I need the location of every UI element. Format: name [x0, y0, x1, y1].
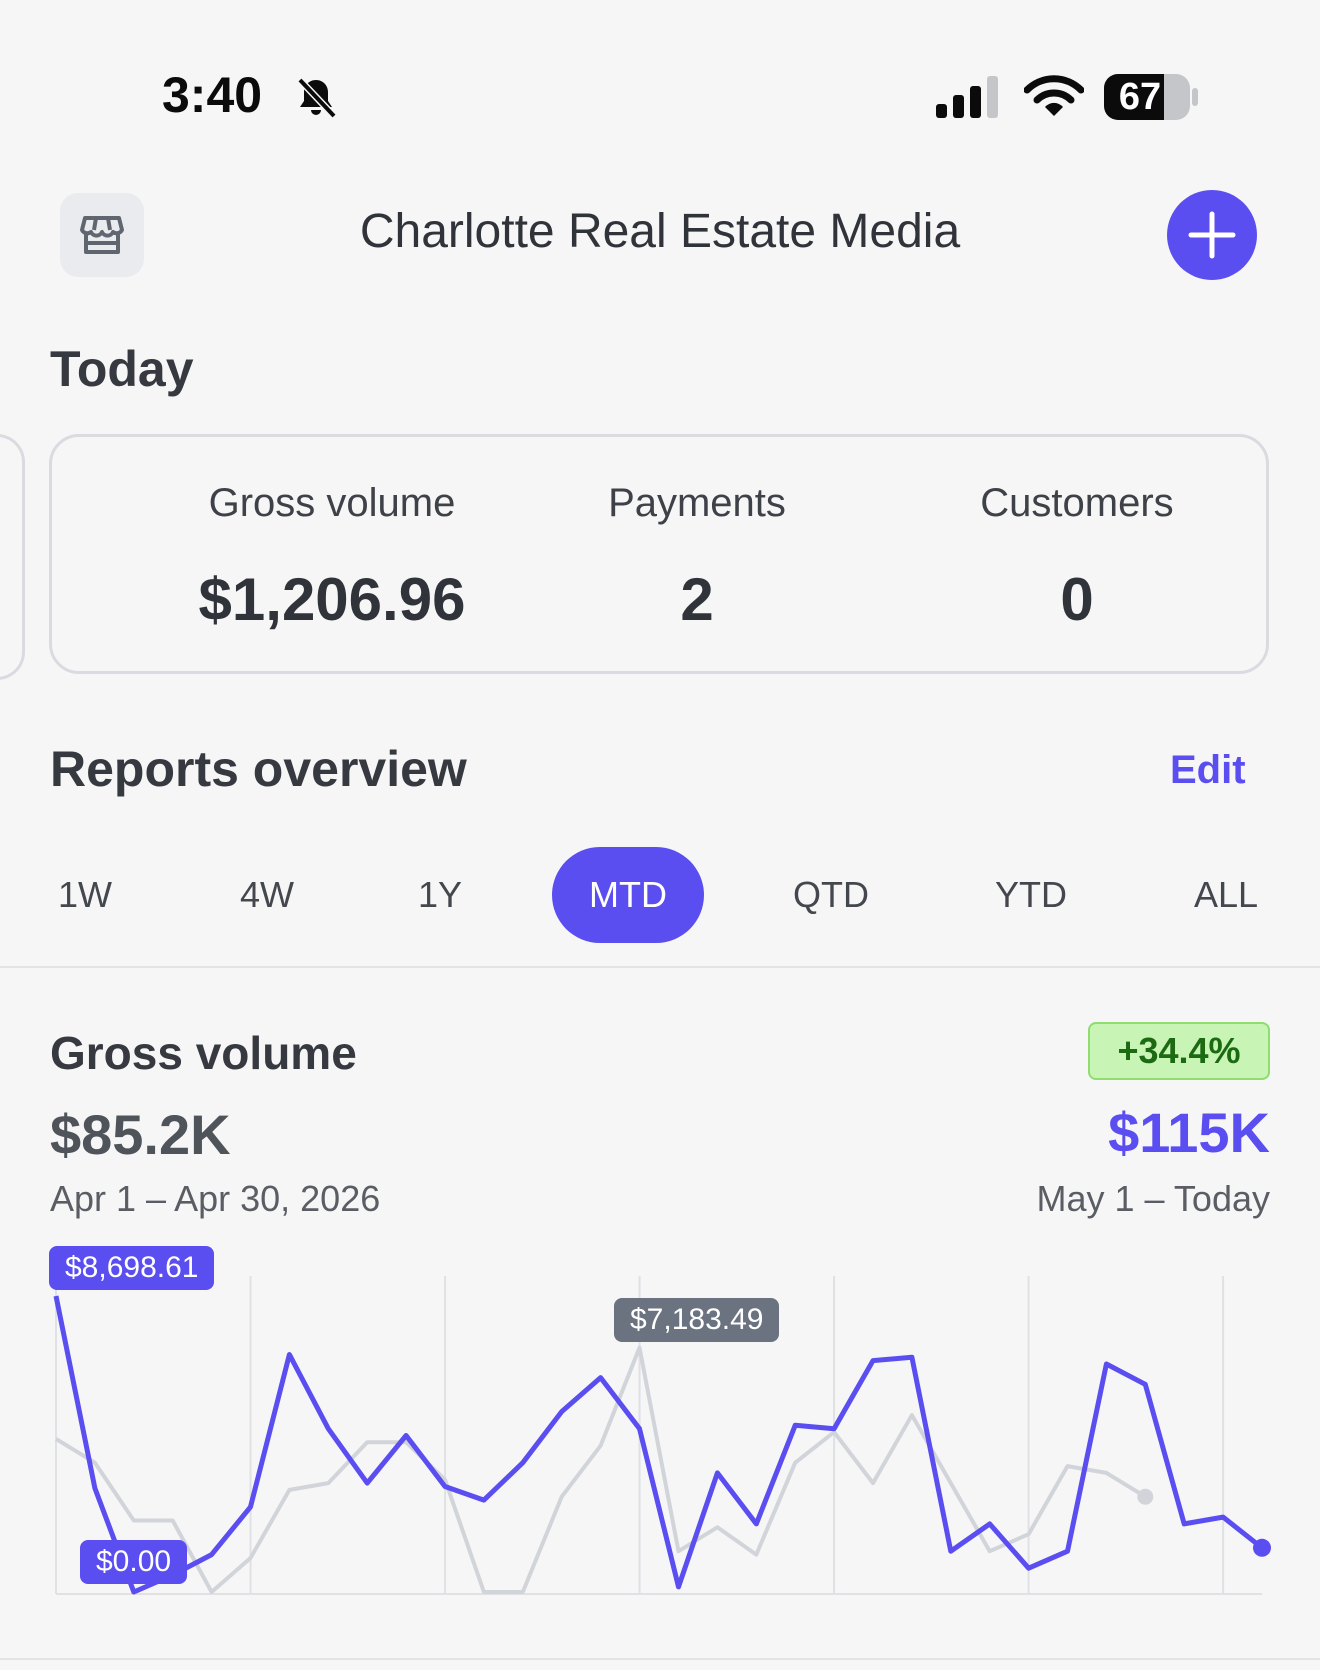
wifi-icon	[1024, 75, 1084, 116]
current-period-endpoint	[1253, 1538, 1271, 1557]
section-divider	[0, 966, 1320, 968]
metric-label: Payments	[608, 481, 786, 525]
previous-period-endpoint	[1137, 1488, 1154, 1505]
previous-card-peek[interactable]	[0, 434, 25, 680]
current-period-total: $115K	[1108, 1101, 1270, 1164]
metric-value: $1,206.96	[198, 566, 466, 633]
metric-customers: Customers 0	[907, 437, 1247, 671]
status-time: 3:40	[162, 67, 263, 123]
today-title: Today	[50, 341, 194, 397]
account-title: Charlotte Real Estate Media	[359, 205, 961, 258]
max-value-tag: $8,698.61	[49, 1246, 215, 1290]
gross-volume-title: Gross volume	[50, 1027, 357, 1079]
tab-4w[interactable]: 4W	[222, 847, 312, 943]
current-period-range: May 1 – Today	[1036, 1178, 1270, 1219]
tab-qtd[interactable]: QTD	[780, 847, 882, 943]
previous-period-line	[54, 1345, 1147, 1594]
add-button[interactable]	[1167, 190, 1257, 280]
min-value-tag: $0.00	[80, 1540, 188, 1584]
tab-all[interactable]: ALL	[1176, 847, 1276, 943]
plus-icon	[1188, 211, 1236, 259]
metric-payments: Payments 2	[547, 437, 847, 671]
metric-label: Customers	[980, 481, 1174, 525]
edit-reports-button[interactable]: Edit	[1170, 748, 1246, 793]
cellular-signal-icon	[936, 76, 998, 118]
today-summary-card[interactable]: Gross volume $1,206.96 Payments 2 Custom…	[49, 434, 1269, 674]
bell-muted-icon	[297, 77, 337, 119]
previous-max-tag: $7,183.49	[614, 1298, 780, 1342]
change-badge: +34.4%	[1088, 1022, 1270, 1080]
metric-label: Gross volume	[208, 481, 456, 525]
tab-ytd[interactable]: YTD	[980, 847, 1082, 943]
metric-value: 2	[680, 566, 714, 633]
metric-value: 0	[1060, 566, 1094, 633]
tab-1y[interactable]: 1Y	[395, 847, 485, 943]
battery-level: 67	[1118, 76, 1162, 118]
gross-volume-chart[interactable]: $8,698.61 $0.00 $7,183.49	[0, 1240, 1320, 1665]
previous-period-total: $85.2K	[50, 1103, 231, 1166]
tab-mtd[interactable]: MTD	[552, 847, 704, 943]
reports-overview-title: Reports overview	[50, 741, 467, 797]
previous-period-range: Apr 1 – Apr 30, 2026	[50, 1178, 381, 1219]
metric-gross-volume: Gross volume $1,206.96	[112, 437, 552, 671]
tab-1w[interactable]: 1W	[40, 847, 130, 943]
bottom-divider	[0, 1658, 1320, 1660]
